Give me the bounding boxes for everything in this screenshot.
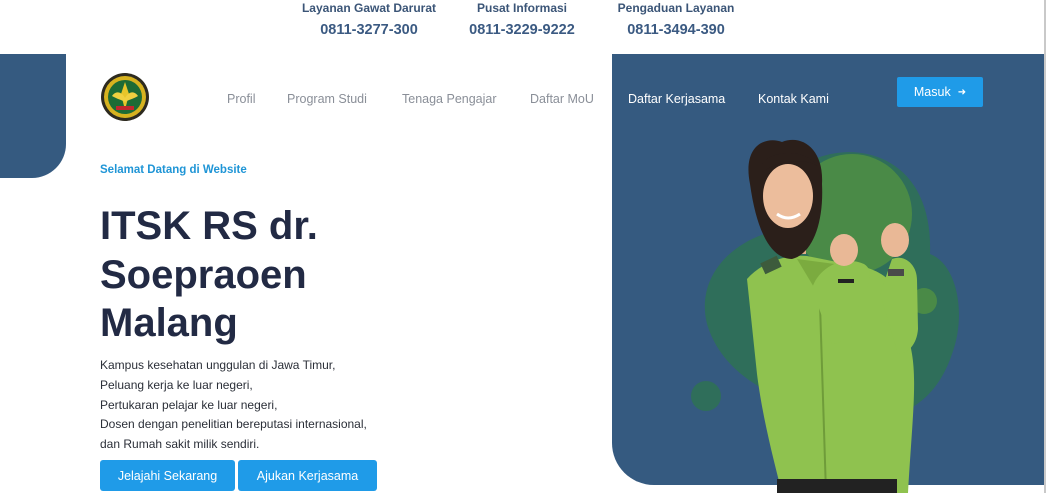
nav-tenaga-pengajar[interactable]: Tenaga Pengajar xyxy=(402,91,497,107)
contact-complaint: Pengaduan Layanan 0811-3494-390 xyxy=(612,0,740,39)
login-button-label: Masuk xyxy=(913,85,951,99)
propose-cooperation-button[interactable]: Ajukan Kerjasama xyxy=(238,460,377,491)
institution-logo[interactable] xyxy=(100,72,150,122)
contact-info-number[interactable]: 0811-3229-9222 xyxy=(462,21,582,39)
nav-kontak-kami[interactable]: Kontak Kami xyxy=(758,91,829,107)
hero-line: Dosen dengan penelitian bereputasi inter… xyxy=(100,417,367,432)
hero-line: Peluang kerja ke luar negeri, xyxy=(100,377,253,392)
hero-line: dan Rumah sakit milik sendiri. xyxy=(100,437,260,452)
contact-emergency-number[interactable]: 0811-3277-300 xyxy=(298,21,440,39)
login-button[interactable]: Masuk ➜ xyxy=(897,77,983,107)
nav-program-studi[interactable]: Program Studi xyxy=(287,91,367,107)
hero-description: Kampus kesehatan unggulan di Jawa Timur,… xyxy=(100,356,367,455)
contact-complaint-label: Pengaduan Layanan xyxy=(617,1,735,15)
contact-complaint-number[interactable]: 0811-3494-390 xyxy=(612,21,740,39)
nav-daftar-kerjasama[interactable]: Daftar Kerjasama xyxy=(628,91,725,107)
contact-emergency-label: Layanan Gawat Darurat xyxy=(301,1,437,15)
hero-line: Pertukaran pelajar ke luar negeri, xyxy=(100,397,278,412)
contact-info: Pusat Informasi 0811-3229-9222 xyxy=(462,0,582,39)
contact-emergency: Layanan Gawat Darurat 0811-3277-300 xyxy=(298,0,440,39)
arrow-right-icon: ➜ xyxy=(957,86,967,98)
contact-info-label: Pusat Informasi xyxy=(476,1,568,15)
nav-profil[interactable]: Profil xyxy=(227,91,255,107)
hero-student-photo xyxy=(691,139,959,493)
welcome-text: Selamat Datang di Website xyxy=(100,164,247,176)
explore-now-button[interactable]: Jelajahi Sekarang xyxy=(100,460,235,491)
page-title: ITSK RS dr. Soepraoen Malang xyxy=(100,204,318,345)
nav-daftar-mou[interactable]: Daftar MoU xyxy=(530,91,594,107)
hero-line: Kampus kesehatan unggulan di Jawa Timur, xyxy=(100,358,336,372)
decorative-corner-panel xyxy=(0,54,66,178)
